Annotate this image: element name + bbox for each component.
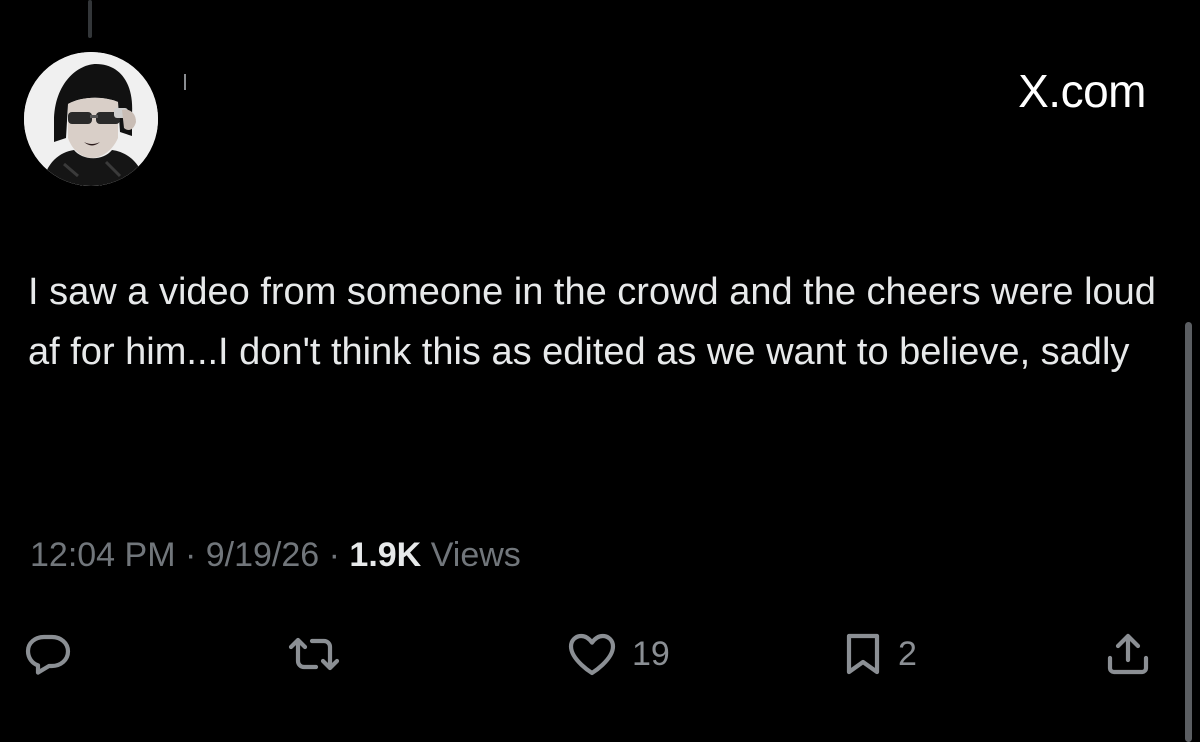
avatar[interactable]	[24, 52, 158, 186]
tweet-time[interactable]: 12:04 PM	[30, 536, 176, 574]
tweet-meta: 12:04 PM · 9/19/26 · 1.9K Views	[30, 536, 521, 575]
views-count: 1.9K	[349, 536, 422, 574]
tweet-actions: 19 2	[0, 622, 1200, 692]
bookmark-icon	[846, 633, 880, 675]
source-label: X.com	[1018, 65, 1146, 117]
tweet-text: I saw a video from someone in the crowd …	[28, 271, 1156, 373]
avatar-image	[24, 52, 158, 186]
share-icon	[1107, 633, 1149, 675]
reply-button[interactable]	[24, 622, 86, 686]
heart-icon	[568, 633, 616, 676]
meta-separator: ·	[175, 536, 206, 574]
repost-button[interactable]	[288, 622, 354, 686]
thread-connector-line	[88, 0, 92, 38]
reply-icon	[25, 634, 71, 675]
meta-separator: ·	[319, 536, 350, 574]
views-label: Views	[421, 536, 521, 574]
like-count: 19	[632, 634, 670, 673]
bookmark-button[interactable]: 2	[842, 622, 917, 686]
like-button[interactable]: 19	[566, 622, 670, 686]
share-button[interactable]	[1104, 622, 1152, 686]
bookmark-count: 2	[898, 634, 917, 673]
tweet-date[interactable]: 9/19/26	[206, 536, 319, 574]
display-name-fragment	[184, 74, 186, 90]
repost-icon	[288, 637, 340, 671]
